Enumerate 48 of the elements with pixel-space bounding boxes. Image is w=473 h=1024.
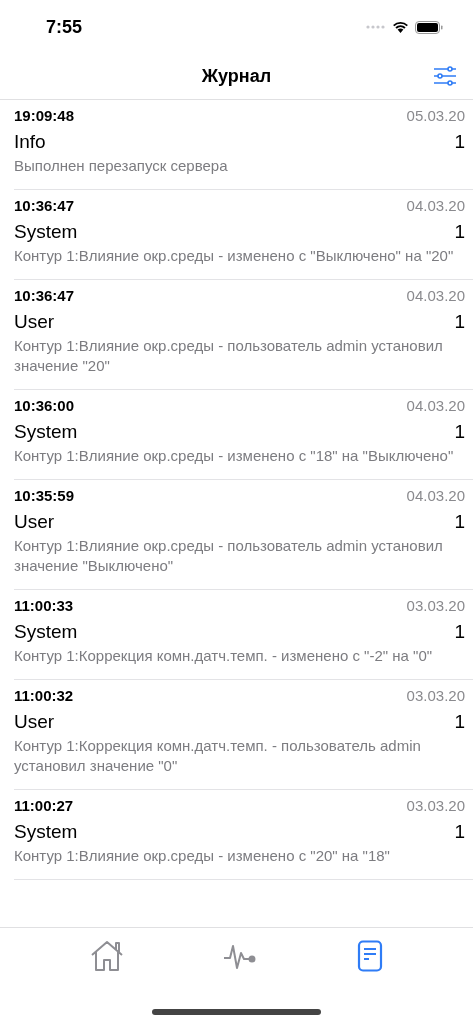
entry-time: 10:35:59 — [14, 486, 75, 506]
entry-count: 1 — [454, 310, 465, 334]
status-time: 7:55 — [46, 16, 83, 38]
entry-category: User — [14, 510, 55, 534]
home-tab[interactable] — [89, 940, 124, 972]
wifi-icon — [392, 21, 409, 33]
entry-category: System — [14, 420, 78, 444]
entry-date: 03.03.20 — [406, 596, 465, 616]
entry-time: 19:09:48 — [14, 106, 75, 126]
entry-count: 1 — [454, 710, 465, 734]
entry-count: 1 — [454, 130, 465, 154]
entry-category: System — [14, 820, 78, 844]
entry-date: 03.03.20 — [406, 686, 465, 706]
filter-button[interactable] — [431, 64, 459, 88]
nav-title: Журнал — [201, 66, 272, 87]
entry-time: 11:00:27 — [14, 796, 74, 816]
journal-tab[interactable] — [357, 940, 384, 972]
entry-message: Контур 1:Влияние окр.среды - изменено с "Выключено" на "20" — [14, 246, 455, 266]
entry-message: Контур 1:Коррекция комн.датч.темп. - пользователь admin установил значение "0" — [14, 736, 422, 776]
entry-date: 05.03.20 — [406, 106, 465, 126]
entry-message: Контур 1:Влияние окр.среды - пользователь admin установил значение "Выключено" — [14, 536, 444, 576]
entry-time: 11:00:33 — [14, 596, 74, 616]
battery-icon — [415, 20, 443, 34]
entry-message: Контур 1:Влияние окр.среды - пользователь admin установил значение "20" — [14, 336, 444, 376]
entry-date: 04.03.20 — [406, 196, 465, 216]
entry-time: 10:36:47 — [14, 286, 75, 306]
entry-date: 04.03.20 — [406, 286, 465, 306]
entry-date: 04.03.20 — [406, 486, 465, 506]
entry-category: User — [14, 710, 55, 734]
entry-count: 1 — [454, 820, 465, 844]
entry-category: Info — [14, 130, 46, 154]
entry-time: 11:00:32 — [14, 686, 74, 706]
entry-time: 10:36:00 — [14, 396, 75, 416]
entry-count: 1 — [454, 420, 465, 444]
entry-message: Контур 1:Влияние окр.среды - изменено с "20" на "18" — [14, 846, 391, 866]
entry-date: 04.03.20 — [406, 396, 465, 416]
entry-category: System — [14, 220, 78, 244]
entry-count: 1 — [454, 220, 465, 244]
entry-time: 10:36:47 — [14, 196, 75, 216]
signal-icon — [366, 25, 386, 29]
entry-message: Выполнен перезапуск сервера — [14, 156, 229, 176]
entry-count: 1 — [454, 510, 465, 534]
entry-category: User — [14, 310, 55, 334]
entry-message: Контур 1:Коррекция комн.датч.темп. - изменено с "-2" на "0" — [14, 646, 434, 666]
entry-date: 03.03.20 — [406, 796, 465, 816]
entry-count: 1 — [454, 620, 465, 644]
entry-message: Контур 1:Влияние окр.среды - изменено с "18" на "Выключено" — [14, 446, 455, 466]
entry-category: System — [14, 620, 78, 644]
